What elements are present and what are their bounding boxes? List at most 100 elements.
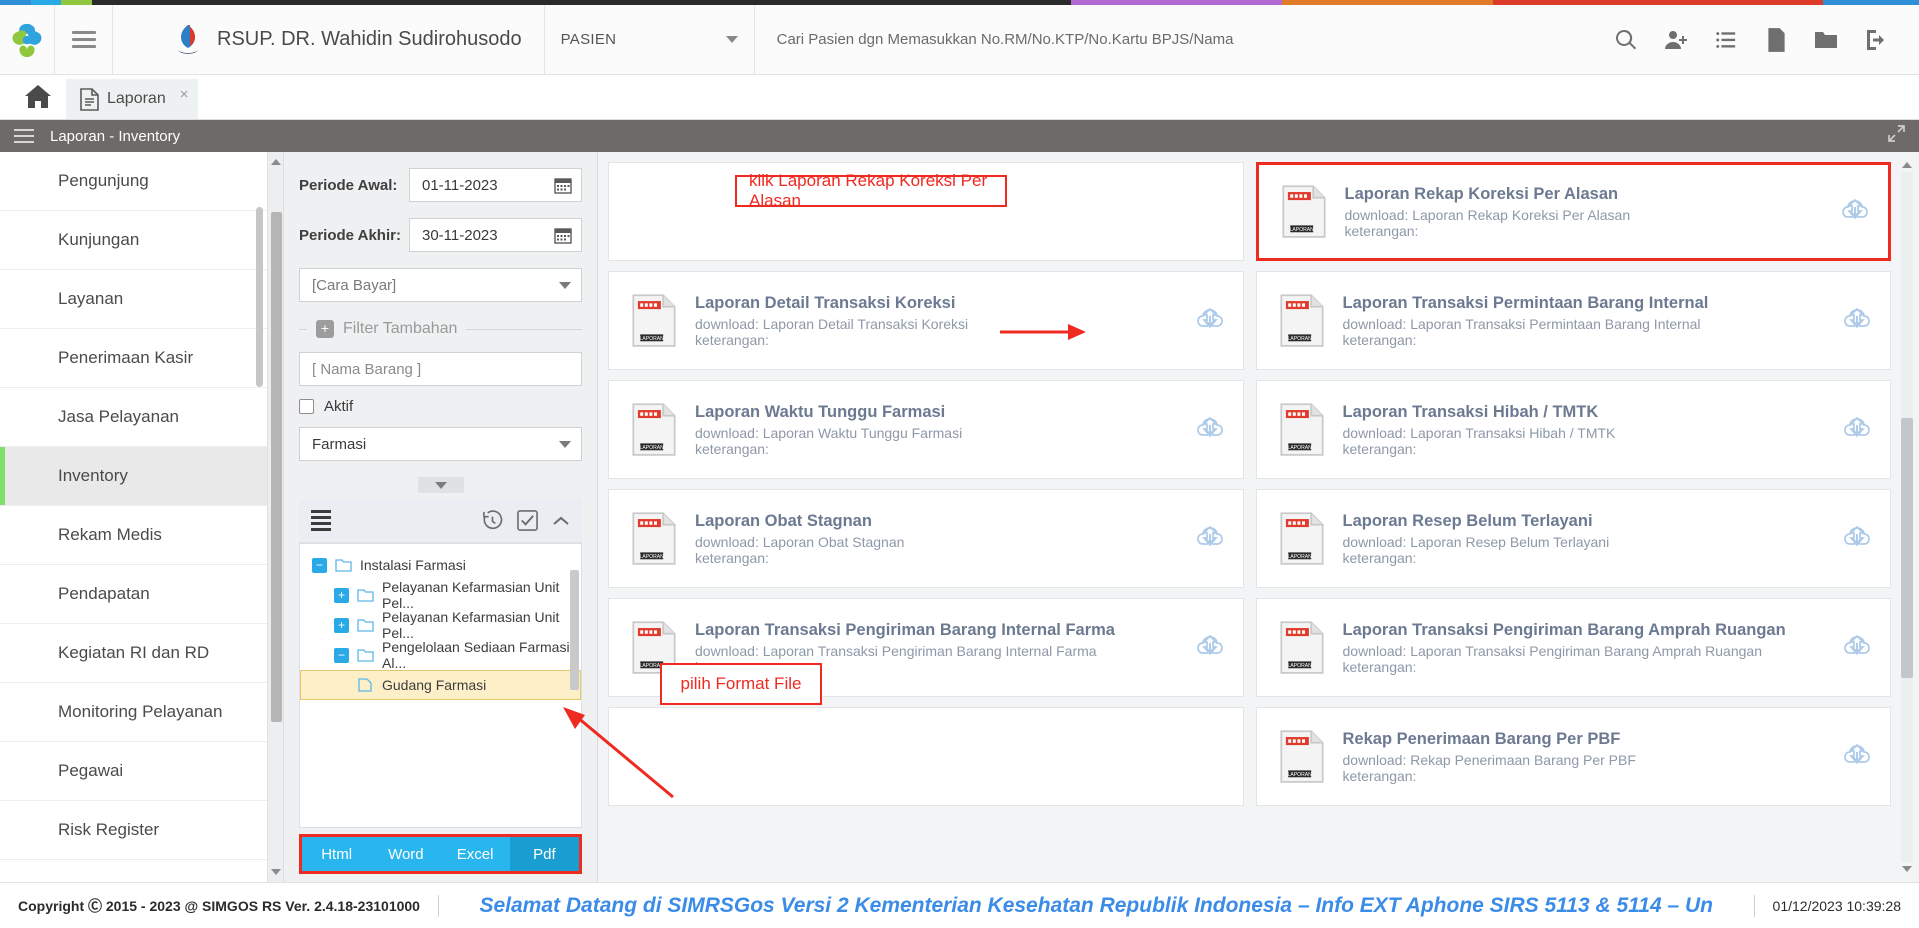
document-icon xyxy=(80,87,99,111)
cloud-download-icon[interactable] xyxy=(1195,634,1225,662)
scroll-down-icon[interactable] xyxy=(270,866,282,878)
chevron-down-icon xyxy=(559,281,571,289)
sidebar-item-risk-register[interactable]: Risk Register xyxy=(0,801,267,860)
nama-barang-input[interactable]: [ Nama Barang ] xyxy=(299,352,582,386)
scroll-thumb[interactable] xyxy=(1901,418,1913,678)
add-user-icon[interactable] xyxy=(1651,5,1701,75)
cloud-download-icon[interactable] xyxy=(1840,198,1870,226)
cloud-download-icon[interactable] xyxy=(1842,307,1872,335)
list-icon[interactable] xyxy=(311,507,331,534)
sidebar-item-pegawai[interactable]: Pegawai xyxy=(0,742,267,801)
sidebar-item-pengunjung[interactable]: Pengunjung xyxy=(0,152,267,211)
report-card[interactable]: LAPORAN Laporan Resep Belum Terlayani dow… xyxy=(1255,489,1891,588)
cloud-download-icon[interactable] xyxy=(1842,634,1872,662)
scroll-up-icon[interactable] xyxy=(270,156,282,168)
sidebar-scrollbar[interactable] xyxy=(256,207,263,387)
folder-icon[interactable] xyxy=(1801,5,1851,75)
farmasi-select[interactable]: Farmasi xyxy=(299,427,582,461)
sidebar-item-label: Kegiatan RI dan RD xyxy=(58,643,210,662)
format-button-word[interactable]: Word xyxy=(371,837,441,871)
cloud-download-icon[interactable] xyxy=(1195,525,1225,553)
aktif-checkbox-row[interactable]: Aktif xyxy=(299,398,582,415)
collapse-icon[interactable]: − xyxy=(312,557,327,573)
app-logo[interactable] xyxy=(0,5,55,74)
download-value: Laporan Transaksi Pengiriman Barang Ampr… xyxy=(1410,642,1762,659)
expand-icon[interactable]: + xyxy=(334,587,349,603)
panel-collapse-handle[interactable] xyxy=(417,477,464,493)
chevron-up-icon[interactable] xyxy=(552,514,570,528)
periode-awal-input[interactable]: 01-11-2023 xyxy=(409,168,582,202)
check-square-icon[interactable] xyxy=(517,510,538,531)
expand-icon[interactable]: + xyxy=(334,617,349,633)
patient-context-select[interactable]: PASIEN xyxy=(545,5,755,74)
report-card[interactable]: LAPORAN Rekap Penerimaan Barang Per PBF d… xyxy=(1255,707,1891,806)
cloud-download-icon[interactable] xyxy=(1195,416,1225,444)
report-card[interactable]: LAPORAN Laporan Transaksi Hibah / TMTK do… xyxy=(1255,380,1891,479)
calendar-icon[interactable] xyxy=(554,226,572,244)
tree-node[interactable]: − Instalasi Farmasi xyxy=(300,550,581,580)
hamburger-icon[interactable] xyxy=(14,125,34,147)
expand-icon[interactable] xyxy=(1888,125,1905,147)
tree-node[interactable]: + Pelayanan Kefarmasian Unit Pel... xyxy=(300,579,581,611)
report-card-keterangan: keterangan: xyxy=(1342,549,1417,566)
report-card[interactable]: LAPORAN Laporan Rekap Koreksi Per Alasan… xyxy=(1255,162,1891,261)
report-document-icon: LAPORAN xyxy=(1279,403,1324,456)
collapse-icon[interactable]: − xyxy=(334,647,349,663)
sidebar-item-pendapatan[interactable]: Pendapatan xyxy=(0,565,267,624)
cloud-download-icon[interactable] xyxy=(1842,743,1872,771)
close-icon[interactable]: × xyxy=(180,86,189,103)
scroll-thumb[interactable] xyxy=(271,212,282,722)
report-card-download: download: Laporan Resep Belum Terlayani xyxy=(1343,534,1825,550)
report-card[interactable]: LAPORAN Laporan Transaksi Pengiriman Bar… xyxy=(1255,598,1891,697)
tree-node[interactable]: Gudang Farmasi xyxy=(300,670,581,700)
sidebar-item-label: Layanan xyxy=(58,289,124,308)
report-card[interactable]: LAPORAN Laporan Detail Transaksi Koreksi… xyxy=(608,271,1244,370)
home-tab-button[interactable] xyxy=(10,74,66,119)
plus-icon[interactable]: + xyxy=(316,320,334,338)
sidebar-item-layanan[interactable]: Layanan xyxy=(0,270,267,329)
format-button-pdf[interactable]: Pdf xyxy=(509,837,579,871)
sidebar-item-penerimaan-kasir[interactable]: Penerimaan Kasir xyxy=(0,329,267,388)
report-card-title: Rekap Penerimaan Barang Per PBF xyxy=(1342,729,1621,748)
search-icon[interactable] xyxy=(1601,5,1651,75)
cloud-download-icon[interactable] xyxy=(1195,307,1225,335)
filter-panel-scrollbar[interactable] xyxy=(268,152,284,882)
aktif-checkbox[interactable] xyxy=(299,399,314,414)
report-card[interactable]: LAPORAN Laporan Waktu Tunggu Farmasi down… xyxy=(608,380,1244,479)
cara-bayar-select[interactable]: [Cara Bayar] xyxy=(299,268,582,302)
list-icon[interactable] xyxy=(1701,5,1751,75)
scroll-up-icon[interactable] xyxy=(1901,158,1913,172)
format-button-html[interactable]: Html xyxy=(302,837,372,871)
history-icon[interactable] xyxy=(482,510,503,531)
pdf-icon[interactable] xyxy=(1751,5,1801,75)
calendar-icon[interactable] xyxy=(554,176,572,194)
cloud-download-icon[interactable] xyxy=(1842,416,1872,444)
tree-node[interactable]: − Pengelolaan Sediaan Farmasi, Al... xyxy=(300,639,581,671)
location-tree: − Instalasi Farmasi + Pelayanan Kefarmasian… xyxy=(299,543,582,828)
sidebar-item-kegiatan-ri-dan-rd[interactable]: Kegiatan RI dan RD xyxy=(0,624,267,683)
scroll-down-icon[interactable] xyxy=(1901,862,1913,876)
report-card[interactable]: LAPORAN Laporan Transaksi Permintaan Bar… xyxy=(1255,271,1891,370)
report-card[interactable]: LAPORAN Laporan Obat Stagnan download: La… xyxy=(608,489,1244,588)
filter-tambahan-toggle[interactable]: + Filter Tambahan xyxy=(299,320,582,338)
tree-node[interactable]: + Pelayanan Kefarmasian Unit Pel... xyxy=(300,609,581,641)
sidebar-item-kunjungan[interactable]: Kunjungan xyxy=(0,211,267,270)
tab-laporan[interactable]: Laporan × xyxy=(66,79,199,119)
periode-akhir-input[interactable]: 30-11-2023 xyxy=(409,218,582,252)
sidebar-item-monitoring-pelayanan[interactable]: Monitoring Pelayanan xyxy=(0,683,267,742)
report-card-text: Rekap Penerimaan Barang Per PBF download:… xyxy=(1343,730,1825,784)
sidebar-item-inventory[interactable]: Inventory xyxy=(0,447,267,506)
report-card-text: Laporan Detail Transaksi Koreksi download… xyxy=(695,294,1177,348)
report-card-grid: LAPORAN Laporan Rekap Koreksi Per Alasan… xyxy=(598,152,1919,882)
cloud-download-icon[interactable] xyxy=(1842,525,1872,553)
sidebar-item-jasa-pelayanan[interactable]: Jasa Pelayanan xyxy=(0,388,267,447)
format-button-excel[interactable]: Excel xyxy=(440,837,510,871)
cards-scrollbar[interactable] xyxy=(1901,158,1913,876)
report-card-keterangan: keterangan: xyxy=(1342,767,1417,784)
menu-toggle-button[interactable] xyxy=(55,5,113,74)
sidebar-item-rekam-medis[interactable]: Rekam Medis xyxy=(0,506,267,565)
logout-icon[interactable] xyxy=(1851,5,1901,75)
report-document-icon: LAPORAN xyxy=(1279,730,1324,783)
search-input[interactable] xyxy=(776,31,1601,48)
app-header: RSUP. DR. Wahidin Sudirohusodo PASIEN xyxy=(0,5,1919,75)
